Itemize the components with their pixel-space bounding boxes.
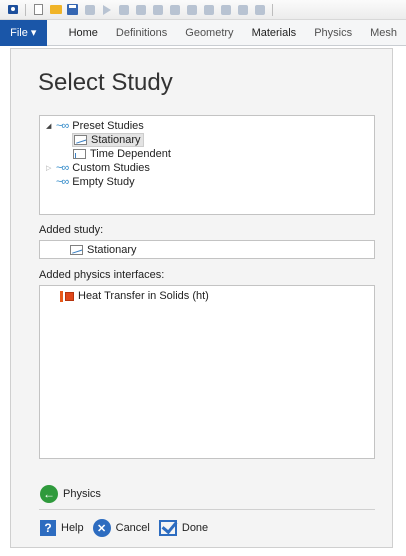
tree-item-custom-studies[interactable]: ▷ ~∞ Custom Studies	[46, 161, 150, 175]
help-icon: ?	[40, 520, 56, 536]
cancel-label: Cancel	[115, 522, 150, 534]
done-button[interactable]: Done	[158, 520, 217, 536]
select-icon[interactable]	[219, 3, 232, 16]
save-as-icon[interactable]	[83, 3, 96, 16]
tab-home[interactable]: Home	[47, 27, 107, 39]
study-group-icon: ~∞	[56, 162, 69, 174]
tab-mesh[interactable]: Mesh	[361, 27, 406, 39]
heat-transfer-icon	[65, 291, 74, 301]
redo-icon[interactable]	[134, 3, 147, 16]
time-dependent-study-icon	[73, 149, 86, 159]
help-button[interactable]: ? Help	[40, 520, 93, 536]
added-study-box: Stationary	[39, 240, 375, 259]
tree-item-time-dependent[interactable]: Time Dependent	[73, 147, 171, 161]
added-study-item[interactable]: Stationary	[70, 243, 137, 257]
cancel-button[interactable]: ✕ Cancel	[92, 519, 159, 537]
back-to-physics-button[interactable]: ← Physics	[40, 485, 110, 503]
tree-item-label: Stationary	[91, 134, 141, 146]
delete-icon[interactable]	[202, 3, 215, 16]
ribbon-tab-bar: File ▾ Home Definitions Geometry Materia…	[0, 19, 406, 46]
footer-divider	[39, 509, 375, 510]
tree-item-preset-studies[interactable]: ◢ ~∞ Preset Studies	[46, 119, 144, 133]
tab-physics[interactable]: Physics	[305, 27, 361, 39]
stationary-study-icon	[74, 135, 87, 145]
physics-item-label: Heat Transfer in Solids (ht)	[78, 290, 209, 302]
app-icon[interactable]	[6, 3, 19, 16]
tab-definitions[interactable]: Definitions	[107, 27, 176, 39]
physics-item-heat-transfer[interactable]: Heat Transfer in Solids (ht)	[60, 289, 209, 303]
added-physics-label: Added physics interfaces:	[39, 269, 165, 281]
added-physics-list: Heat Transfer in Solids (ht)	[39, 285, 375, 459]
select-study-panel: Select Study ◢ ~∞ Preset Studies Station…	[10, 48, 393, 548]
undo-icon[interactable]	[117, 3, 130, 16]
tree-item-label: Empty Study	[72, 176, 135, 188]
new-file-icon[interactable]	[32, 3, 45, 16]
tab-geometry[interactable]: Geometry	[176, 27, 242, 39]
duplicate-icon[interactable]	[185, 3, 198, 16]
cancel-icon: ✕	[92, 519, 111, 537]
study-group-icon: ~∞	[56, 120, 69, 132]
footer-buttons: ? Help ✕ Cancel Done	[40, 519, 217, 537]
run-icon[interactable]	[100, 3, 113, 16]
copy-icon[interactable]	[151, 3, 164, 16]
expand-arrow-icon[interactable]: ◢	[46, 122, 56, 130]
tree-item-label: Preset Studies	[72, 120, 144, 132]
page-title: Select Study	[38, 69, 173, 96]
paste-icon[interactable]	[168, 3, 181, 16]
file-menu-tab[interactable]: File ▾	[0, 19, 47, 46]
tab-materials[interactable]: Materials	[243, 27, 306, 39]
compute-icon[interactable]	[253, 3, 266, 16]
done-check-icon	[158, 520, 177, 536]
back-arrow-icon: ←	[40, 485, 58, 503]
stationary-study-icon	[70, 245, 83, 255]
save-icon[interactable]	[66, 3, 79, 16]
tree-item-empty-study[interactable]: ~∞ Empty Study	[56, 175, 135, 189]
help-label: Help	[61, 522, 84, 534]
toolbar-separator	[25, 3, 26, 16]
tree-item-label: Time Dependent	[90, 148, 171, 160]
collapsed-arrow-icon[interactable]: ▷	[46, 164, 56, 172]
build-icon[interactable]	[236, 3, 249, 16]
toolbar-separator	[272, 3, 273, 16]
tree-item-stationary[interactable]: Stationary	[72, 133, 144, 147]
heat-transfer-bar-icon	[60, 290, 63, 302]
tree-item-label: Custom Studies	[72, 162, 150, 174]
added-study-label: Added study:	[39, 224, 104, 236]
quick-access-toolbar	[0, 0, 406, 20]
back-button-label: Physics	[63, 488, 101, 500]
done-label: Done	[181, 522, 209, 534]
study-tree[interactable]: ◢ ~∞ Preset Studies Stationary Time Depe…	[39, 115, 375, 215]
added-study-value: Stationary	[87, 244, 137, 256]
open-folder-icon[interactable]	[49, 3, 62, 16]
study-group-icon: ~∞	[56, 176, 69, 188]
